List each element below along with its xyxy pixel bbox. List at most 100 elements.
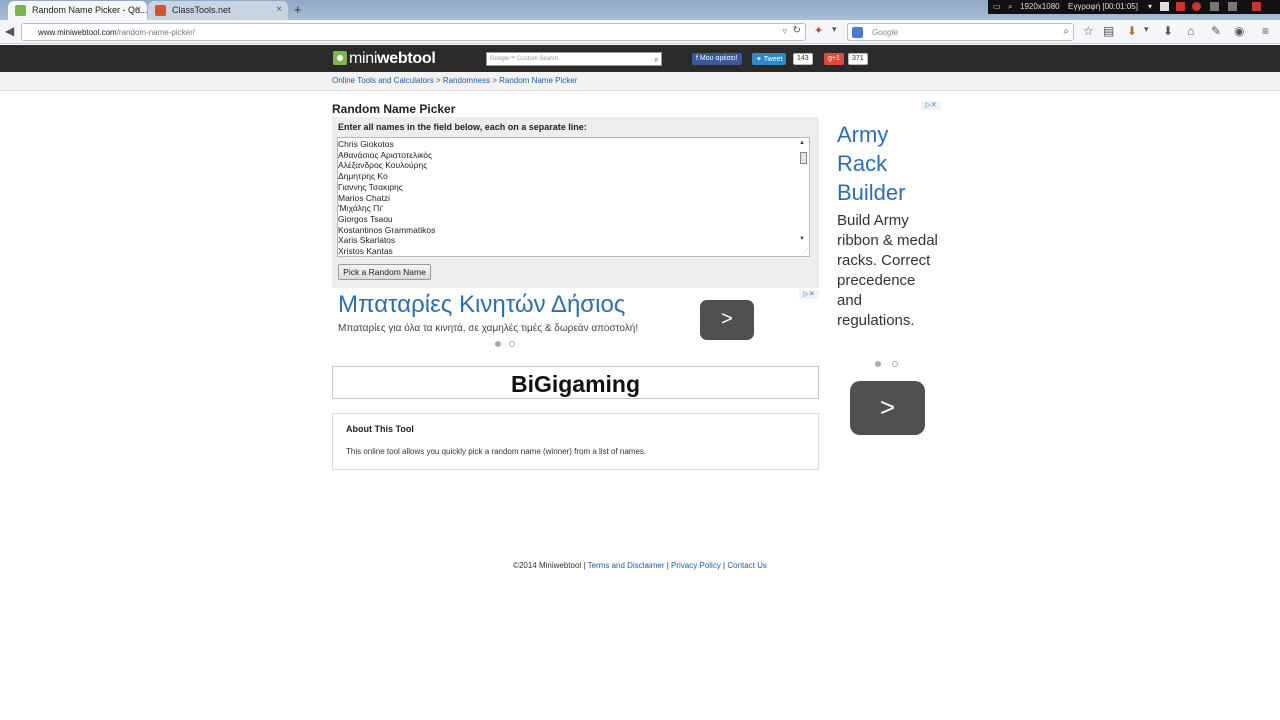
custom-search-input[interactable]: Google™ Custom Search ⌕ [486, 52, 662, 66]
textarea-scrollbar[interactable]: ▲ ▼ [799, 139, 808, 255]
miniwebtool-favicon-icon [15, 5, 26, 16]
tab-classtools[interactable]: ClassTools.net × [148, 1, 288, 20]
logo-light-text: mini [349, 50, 378, 67]
search-icon[interactable]: ⌕ [654, 54, 659, 65]
site-logo[interactable]: miniwebtool [333, 50, 436, 67]
breadcrumb-separator: > [435, 76, 443, 85]
breadcrumb-link-randomness[interactable]: Randomness [443, 76, 490, 85]
carousel-dot-active[interactable] [495, 341, 501, 347]
inline-ad[interactable]: Μπαταρίες Κινητών Δήσιος Μπαταρίες για ό… [332, 290, 819, 352]
browser-search-bar[interactable]: Google ⌕ [847, 23, 1074, 41]
tweet-label: Tweet [763, 56, 783, 63]
tab-close-icon[interactable]: × [135, 4, 141, 15]
adchoices-icon[interactable]: ▷✕ [921, 101, 941, 110]
zoom-icon: ⌕ [1008, 2, 1013, 11]
resize-grip-icon[interactable]: ⋰ [802, 248, 808, 255]
classtools-favicon-icon [155, 5, 166, 16]
star-icon[interactable]: ☆ [1083, 24, 1094, 38]
tweet-button[interactable]: ✦ Tweet [752, 53, 787, 65]
footer-link-privacy[interactable]: Privacy Policy [671, 561, 721, 570]
bookmarks-icon[interactable]: ▤ [1103, 24, 1114, 38]
names-textarea[interactable]: Chris Giokotos Αθανάσιος Αριστοτελικός Αλέ… [337, 137, 810, 257]
scroll-up-icon[interactable]: ▲ [799, 140, 805, 146]
record-icon[interactable] [1192, 2, 1201, 11]
side-ad[interactable]: ▷✕ Army Rack Builder Build Army ribbon &… [830, 100, 942, 440]
recorder-status: Εγγραφή [00:01:05] [1068, 2, 1138, 11]
maximize-icon[interactable] [1228, 2, 1237, 11]
window-close-icon[interactable] [1252, 2, 1261, 11]
screen-recorder-bar: ▭ ⌕ 1920x1080 Εγγραφή [00:01:05] ▾ [988, 0, 1280, 14]
search-icon[interactable]: ⌕ [1063, 26, 1069, 37]
twitter-bird-icon: ✦ [756, 56, 762, 63]
scroll-down-icon[interactable]: ▼ [799, 236, 805, 242]
name-line: Δημητρης Κο [338, 171, 388, 182]
gplus-button[interactable]: g+1 [824, 53, 844, 65]
adchoices-icon[interactable]: ▷✕ [799, 290, 819, 299]
addon-icon[interactable]: ✦ [814, 24, 823, 37]
url-bar[interactable]: www.miniwebtool.com/random-name-picker/ … [21, 23, 806, 41]
footer-link-contact[interactable]: Contact Us [727, 561, 767, 570]
breadcrumb-link-tools[interactable]: Online Tools and Calculators [332, 76, 434, 85]
addon-dropdown-icon[interactable]: ▾ [832, 24, 837, 35]
footer-copyright: ©2014 Miniwebtool [513, 561, 582, 570]
name-line: Αλέξανδρος Κουλούρης [338, 160, 428, 171]
stop-icon[interactable] [1176, 2, 1185, 11]
about-tool-box: About This Tool This online tool allows … [332, 413, 819, 470]
pick-random-name-button[interactable]: Pick a Random Name [338, 264, 431, 280]
pocket-icon[interactable]: ⬇ [1127, 24, 1137, 38]
name-line: Αθανάσιος Αριστοτελικός [338, 149, 433, 160]
reload-icon[interactable]: ↻ [793, 25, 801, 36]
side-ad-headline[interactable]: Army Rack Builder [837, 120, 932, 207]
carousel-dot[interactable] [892, 361, 898, 367]
gplus-label: +1 [831, 55, 840, 62]
carousel-dot[interactable] [509, 341, 515, 347]
download-icon[interactable]: ⬇ [1163, 24, 1173, 38]
sync-icon[interactable]: ◉ [1234, 24, 1244, 38]
footer-link-terms[interactable]: Terms and Disclaimer [588, 561, 665, 570]
dropdown-arrow-icon[interactable]: ▿ [782, 26, 787, 37]
chevron-right-icon: > [721, 308, 733, 330]
about-title: About This Tool [346, 424, 414, 434]
picked-name: BiGigaming [510, 371, 641, 397]
tab-close-icon[interactable]: × [276, 4, 282, 15]
name-line: Xaris Skarlatos [338, 235, 396, 246]
side-ad-next-button[interactable]: > [850, 381, 925, 435]
names-field-label: Enter all names in the field below, each… [338, 122, 587, 132]
tab-title: Random Name Picker - Qu... [32, 5, 147, 15]
google-search-engine-icon[interactable] [852, 27, 863, 38]
result-box: BiGigaming [332, 366, 819, 399]
search-placeholder: Google [872, 28, 898, 37]
custom-search-placeholder: Custom Search [517, 56, 559, 62]
name-line: Xristos Kantas [338, 246, 393, 257]
ad-next-button[interactable]: > [700, 300, 754, 340]
dropdown-icon[interactable]: ▾ [1148, 2, 1152, 11]
google-brand-text: Google™ [490, 56, 516, 62]
tab-random-name-picker[interactable]: Random Name Picker - Qu... × [8, 1, 147, 20]
side-ad-description: Build Army ribbon & medal racks. Correct… [837, 212, 938, 329]
pocket-dropdown-icon[interactable]: ▾ [1144, 24, 1149, 35]
menu-icon[interactable]: ≡ [1262, 24, 1269, 38]
name-line: 'Μιχάλης Πι' [338, 203, 383, 214]
browser-nav-bar: ◀ www.miniwebtool.com/random-name-picker… [0, 20, 1280, 44]
breadcrumb: Online Tools and Calculators > Randomnes… [0, 72, 1280, 91]
page-title: Random Name Picker [332, 102, 456, 116]
home-icon[interactable]: ⌂ [1187, 24, 1194, 38]
new-tab-button[interactable]: + [294, 2, 302, 17]
carousel-dot-active[interactable] [875, 361, 881, 367]
back-icon[interactable]: ◀ [5, 24, 14, 38]
minimize-icon[interactable] [1210, 2, 1219, 11]
breadcrumb-link-random-name-picker[interactable]: Random Name Picker [499, 76, 577, 85]
extension-icon[interactable]: ✎ [1211, 24, 1221, 38]
footer: ©2014 Miniwebtool | Terms and Disclaimer… [513, 561, 767, 570]
url-host: www.miniwebtool.com [38, 28, 117, 37]
ad-headline[interactable]: Μπαταρίες Κινητών Δήσιος [338, 291, 625, 319]
logo-gear-icon [333, 51, 347, 65]
name-line: Giorgos Tsaou [338, 213, 393, 224]
monitor-icon: ▭ [993, 2, 1001, 11]
scroll-thumb[interactable] [800, 152, 807, 164]
ad-description: Μπαταρίες για όλα τα κινητά, σε χαμηλές … [338, 323, 639, 334]
pause-icon[interactable] [1160, 2, 1169, 11]
chevron-right-icon: > [879, 392, 896, 422]
names-list: Chris Giokotos Αθανάσιος Αριστοτελικός Αλέ… [338, 139, 435, 257]
facebook-like-button[interactable]: f Μου αρέσει! [692, 53, 742, 65]
